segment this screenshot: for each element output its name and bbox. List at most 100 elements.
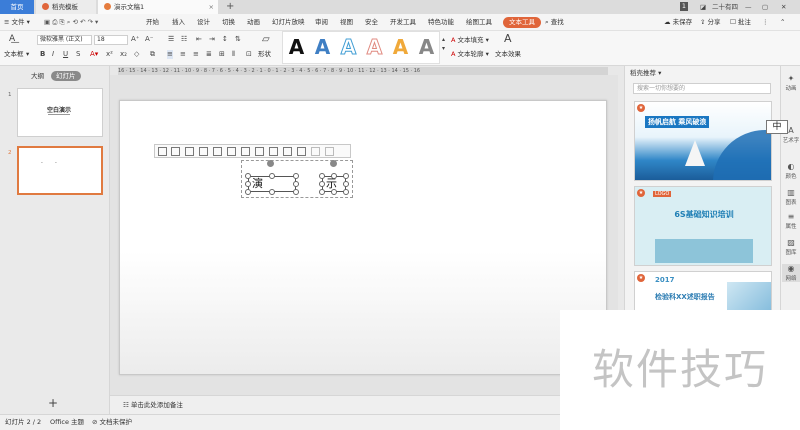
bring-forward-icon[interactable] [297,147,306,156]
align-left-icon[interactable]: ≡ [167,50,173,59]
resize-handle[interactable] [343,173,349,179]
text-fill-button[interactable]: A 文本填充 ▾ [451,36,489,45]
distribute-horizontal-icon[interactable] [241,147,250,156]
sidebar-item-network[interactable]: ◉ 网络 [782,264,800,282]
file-menu[interactable]: ≡ 文件 ▾ [4,17,30,28]
tab-home[interactable]: 首页 [0,0,34,14]
shrink-font-icon[interactable]: A⁻ [145,35,153,44]
menu-view[interactable]: 视图 [340,17,353,28]
align-center-icon[interactable]: ≡ [180,50,186,59]
template-search-input[interactable]: 搜索一切你想要的 [633,83,771,94]
resize-handle[interactable] [269,189,275,195]
align-center-objects-icon[interactable] [171,147,180,156]
font-size-select[interactable]: 18 [94,35,128,45]
menu-animation[interactable]: 动画 [247,17,260,28]
sidebar-item-color[interactable]: ◐ 颜色 [782,162,800,180]
resize-handle[interactable] [343,189,349,195]
unsaved-indicator[interactable]: ☁ 未保存 [664,17,692,28]
menu-design[interactable]: 设计 [197,17,210,28]
textbox-button[interactable]: 文本框 [4,50,24,59]
slide-thumbnail-2[interactable]: · · [17,146,103,195]
template-card-2[interactable]: ★ LOGO 6S基础知识培训 [634,186,772,266]
shape-button[interactable]: 形状 [258,50,271,59]
font-settings-icon[interactable]: ⧉ [150,50,155,59]
align-bottom-objects-icon[interactable] [227,147,236,156]
slide-thumbnail-1[interactable]: 空白演示 [17,88,103,137]
align-middle-objects-icon[interactable] [213,147,222,156]
columns-icon[interactable]: ⫴ [232,50,235,59]
align-top-objects-icon[interactable] [199,147,208,156]
tab-docer-templates[interactable]: 稻壳模板 [36,0,96,14]
resize-handle[interactable] [245,173,251,179]
annotate-button[interactable]: ☐ 批注 [730,17,751,28]
text-effect-button[interactable]: 文本效果 [495,50,521,59]
menu-transition[interactable]: 切换 [222,17,235,28]
menu-insert[interactable]: 插入 [172,17,185,28]
theme-name[interactable]: Office 主题 [50,415,84,430]
send-backward-icon[interactable] [311,147,320,156]
superscript-icon[interactable]: x² [106,50,113,59]
resize-handle[interactable] [331,189,337,195]
ungroup-icon[interactable] [283,147,292,156]
slide-canvas[interactable] [119,100,607,375]
tab-slides[interactable]: 幻灯片 [51,71,81,81]
selection-pane-icon[interactable] [325,147,334,156]
align-left-objects-icon[interactable] [158,147,167,156]
close-tab-icon[interactable]: × [209,0,214,14]
bullet-list-icon[interactable]: ☰ [168,35,174,44]
collapse-ribbon-icon[interactable]: ⌃ [780,17,785,28]
minimize-icon[interactable]: — [745,0,752,14]
text-direction-icon[interactable]: ⇅ [235,35,241,44]
resize-handle[interactable] [343,181,349,187]
menu-review[interactable]: 审阅 [315,17,328,28]
sidebar-item-animation[interactable]: ✦ 动画 [782,74,800,92]
template-card-1[interactable]: ★ 扬帆启航 乘风破浪 [634,101,772,181]
numbered-list-icon[interactable]: ☷ [181,35,187,44]
distributed-icon[interactable]: ⊞ [219,50,225,59]
align-right-objects-icon[interactable] [185,147,194,156]
align-right-icon[interactable]: ≡ [193,50,199,59]
text-style-orange[interactable]: A [388,33,413,61]
resize-handle[interactable] [331,173,337,179]
text-style-black[interactable]: A [284,33,309,61]
notes-area[interactable]: ☷ 单击此处添加备注 [110,395,618,414]
more-icon[interactable]: ⋮ [762,17,769,28]
clear-format-icon[interactable]: ◇ [134,50,139,59]
add-slide-button[interactable]: + [48,396,58,410]
new-tab-button[interactable]: + [226,0,234,14]
share-button[interactable]: ⇪ 分享 [700,17,721,28]
justify-icon[interactable]: ≣ [206,50,212,59]
menu-slideshow[interactable]: 幻灯片放映 [272,17,305,28]
gallery-scroll-up-icon[interactable]: ▴ [442,35,445,44]
resize-handle[interactable] [245,189,251,195]
text-style-gray[interactable]: A [414,33,439,61]
underline-icon[interactable]: U [63,50,68,59]
distribute-vertical-icon[interactable] [255,147,264,156]
dropdown-arrow-icon[interactable]: ▾ [658,69,661,77]
text-style-blue-outline[interactable]: A [336,33,361,61]
menu-text-tools[interactable]: 文本工具 [503,17,541,28]
resize-handle[interactable] [293,181,299,187]
text-style-blue[interactable]: A [310,33,335,61]
search-button[interactable]: ⌕ 查找 [545,17,564,28]
menu-features[interactable]: 特色功能 [428,17,454,28]
ime-indicator[interactable]: 中 [766,120,788,134]
protect-status[interactable]: ⊘ 文档未保护 [92,415,132,430]
resize-handle[interactable] [293,173,299,179]
resize-handle[interactable] [319,181,325,187]
rotate-handle-icon[interactable] [267,160,274,167]
menu-security[interactable]: 安全 [365,17,378,28]
text-outline-button[interactable]: A 文本轮廓 ▾ [451,50,489,59]
tab-presentation[interactable]: 演示文稿1 × [98,0,218,14]
bold-icon[interactable]: B [40,50,45,59]
font-name-select[interactable]: 微软雅黑 (正文) [37,35,92,45]
sidebar-item-properties[interactable]: ≡ 属性 [782,212,800,230]
grow-font-icon[interactable]: A⁺ [131,35,139,44]
gallery-scroll-down-icon[interactable]: ▾ [442,44,445,53]
decrease-indent-icon[interactable]: ⇤ [196,35,202,44]
resize-handle[interactable] [319,189,325,195]
subscript-icon[interactable]: x₂ [120,50,127,59]
text-align-icon[interactable]: ⊡ [246,50,252,59]
sidebar-item-gallery[interactable]: ▨ 图库 [782,238,800,256]
menu-developer[interactable]: 开发工具 [390,17,416,28]
